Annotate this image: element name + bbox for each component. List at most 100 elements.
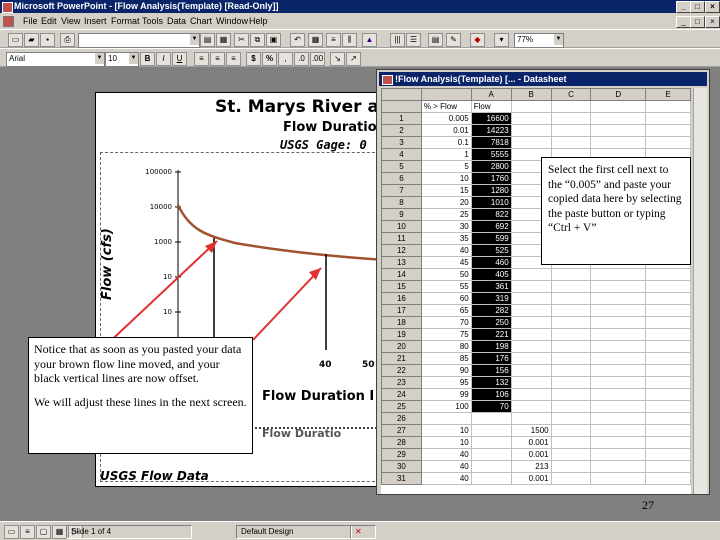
flow-cell[interactable]	[470, 448, 512, 461]
category-cell[interactable]: 40	[420, 244, 472, 257]
row-header[interactable]: 1	[381, 112, 422, 125]
empty-cell[interactable]	[590, 304, 647, 317]
category-cell[interactable]: 0.005	[420, 112, 472, 125]
empty-cell[interactable]	[590, 136, 647, 149]
row-header[interactable]: 16	[381, 292, 422, 305]
empty-cell[interactable]	[645, 400, 691, 413]
minimize-button[interactable]: _	[676, 1, 691, 13]
empty-cell[interactable]	[645, 268, 691, 281]
category-cell[interactable]: 10	[420, 172, 472, 185]
legend-icon[interactable]: ▤	[428, 33, 443, 47]
category-cell[interactable]: 25	[420, 208, 472, 221]
empty-cell[interactable]	[645, 412, 691, 425]
empty-cell[interactable]	[510, 100, 552, 113]
column-b-cell[interactable]	[510, 292, 552, 305]
category-cell[interactable]: 40	[420, 472, 472, 485]
row-header[interactable]: 6	[381, 172, 422, 185]
category-cell[interactable]: 75	[420, 328, 472, 341]
view-datasheet-icon[interactable]: ▦	[308, 33, 323, 47]
empty-cell[interactable]	[590, 412, 647, 425]
menu-help[interactable]: Help	[249, 13, 268, 29]
row-header[interactable]: 12	[381, 244, 422, 257]
category-cell[interactable]: 80	[420, 340, 472, 353]
empty-cell[interactable]	[590, 424, 647, 437]
comma-style-icon[interactable]: ,	[278, 52, 293, 66]
row-header[interactable]: 30	[381, 460, 422, 473]
empty-cell[interactable]	[645, 472, 691, 485]
bold-button[interactable]: B	[140, 52, 155, 66]
column-b-cell[interactable]	[510, 412, 552, 425]
row-header[interactable]: 15	[381, 280, 422, 293]
row-header[interactable]: 18	[381, 316, 422, 329]
row-header[interactable]: 31	[381, 472, 422, 485]
empty-cell[interactable]	[550, 388, 592, 401]
column-header-b[interactable]: B	[510, 88, 552, 101]
empty-cell[interactable]	[590, 448, 647, 461]
empty-cell[interactable]	[550, 112, 592, 125]
column-b-cell[interactable]: 0.001	[510, 472, 552, 485]
empty-cell[interactable]	[550, 460, 592, 473]
category-cell[interactable]: 10	[420, 424, 472, 437]
font-name-combo[interactable]: Arial ▼	[6, 52, 105, 67]
empty-cell[interactable]	[550, 100, 592, 113]
empty-cell[interactable]	[590, 352, 647, 365]
menu-edit[interactable]: Edit	[41, 13, 57, 29]
empty-cell[interactable]	[590, 328, 647, 341]
row-header[interactable]: 11	[381, 232, 422, 245]
flow-cell[interactable]: 1280	[470, 184, 512, 197]
menu-format[interactable]: Format	[111, 13, 140, 29]
save-icon[interactable]: ▪	[40, 33, 55, 47]
flow-cell[interactable]: 198	[470, 340, 512, 353]
column-header-a[interactable]: A	[470, 88, 512, 101]
flow-cell[interactable]: 176	[470, 352, 512, 365]
row-header[interactable]: 10	[381, 220, 422, 233]
row-header[interactable]: 28	[381, 436, 422, 449]
category-cell[interactable]: 85	[420, 352, 472, 365]
empty-cell[interactable]	[550, 280, 592, 293]
category-cell[interactable]: 15	[420, 184, 472, 197]
object-select-combo[interactable]: ▼	[78, 33, 200, 48]
flow-cell[interactable]	[470, 460, 512, 473]
angle-text-down-icon[interactable]: ↘	[330, 52, 345, 66]
empty-cell[interactable]	[550, 376, 592, 389]
row-header[interactable]: 9	[381, 208, 422, 221]
column-b-cell[interactable]	[510, 268, 552, 281]
empty-cell[interactable]	[645, 364, 691, 377]
angle-text-up-icon[interactable]: ↗	[346, 52, 361, 66]
column-header-e[interactable]: E	[645, 88, 691, 101]
row-header[interactable]: 4	[381, 148, 422, 161]
flow-cell[interactable]: 319	[470, 292, 512, 305]
empty-cell[interactable]	[645, 352, 691, 365]
row-header[interactable]: 14	[381, 268, 422, 281]
outline-view-icon[interactable]: ≡	[20, 525, 35, 539]
category-cell[interactable]: 99	[420, 388, 472, 401]
category-cell[interactable]: 50	[420, 268, 472, 281]
category-cell[interactable]: 95	[420, 376, 472, 389]
datasheet-titlebar[interactable]: !Flow Analysis(Template) [... - Datashee…	[379, 72, 707, 86]
column-b-cell[interactable]: 0.001	[510, 436, 552, 449]
import-file-icon[interactable]: ▦	[216, 33, 231, 47]
decrease-decimal-icon[interactable]: .00	[310, 52, 325, 66]
font-size-combo[interactable]: 10 ▼	[105, 52, 139, 67]
category-cell[interactable]: 40	[420, 448, 472, 461]
column-b-cell[interactable]	[510, 376, 552, 389]
empty-cell[interactable]	[645, 448, 691, 461]
category-cell[interactable]: 60	[420, 292, 472, 305]
align-right-icon[interactable]: ≡	[226, 52, 241, 66]
flow-cell[interactable]: 282	[470, 304, 512, 317]
copy-icon[interactable]: ⧉	[250, 33, 265, 47]
empty-cell[interactable]	[590, 388, 647, 401]
category-cell[interactable]: 70	[420, 316, 472, 329]
flow-cell[interactable]: 156	[470, 364, 512, 377]
category-cell[interactable]: 0.1	[420, 136, 472, 149]
empty-cell[interactable]	[550, 352, 592, 365]
category-cell[interactable]: 5	[420, 160, 472, 173]
row-header[interactable]: 13	[381, 256, 422, 269]
empty-cell[interactable]	[550, 292, 592, 305]
empty-cell[interactable]	[550, 436, 592, 449]
category-header-cell[interactable]: % > Flow	[420, 100, 472, 113]
datasheet-window[interactable]: !Flow Analysis(Template) [... - Datashee…	[377, 70, 709, 494]
column-header-label-x[interactable]	[420, 88, 472, 101]
paste-icon[interactable]: ▣	[266, 33, 281, 47]
undo-icon[interactable]: ↶	[290, 33, 305, 47]
